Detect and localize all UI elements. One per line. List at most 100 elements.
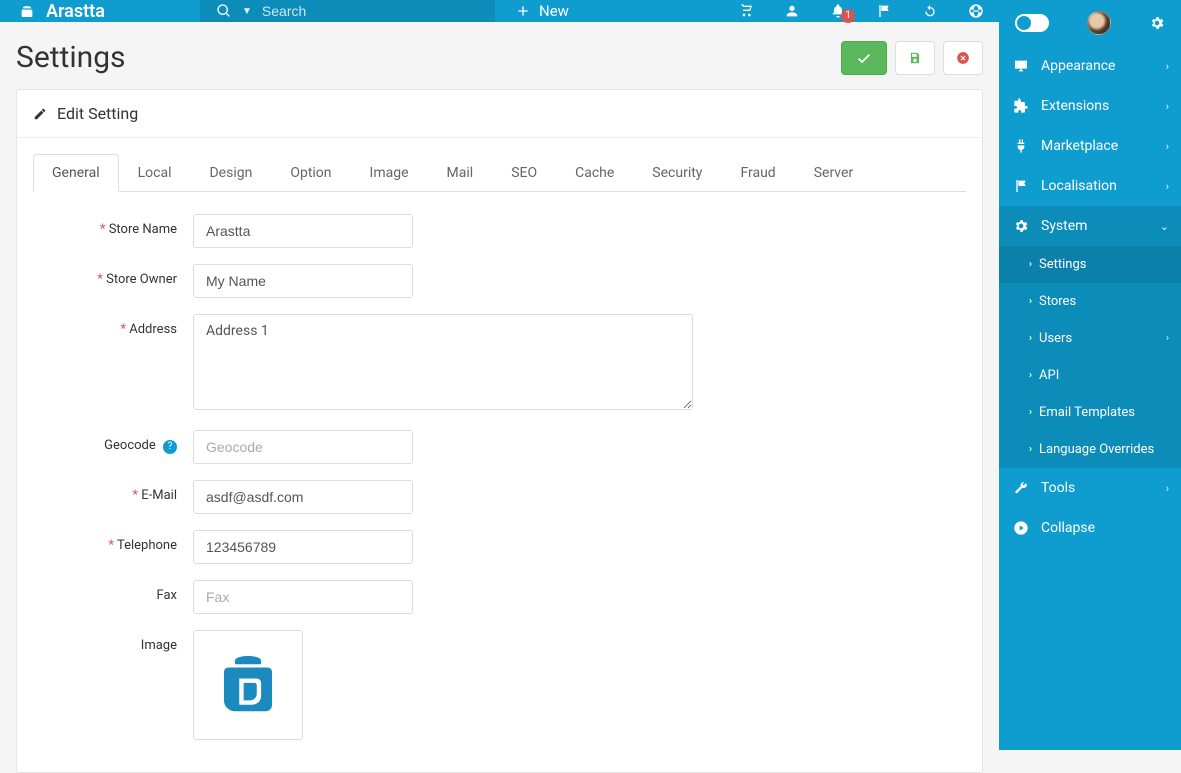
- tab-general[interactable]: General: [33, 154, 119, 192]
- bell-icon[interactable]: 1: [815, 3, 861, 19]
- brand-logo-icon: [16, 0, 38, 22]
- search-icon[interactable]: [216, 3, 232, 19]
- row-telephone: * Telephone: [33, 530, 966, 564]
- sidebar-item-system[interactable]: System⌄: [999, 206, 1181, 246]
- sidebar-item-localisation[interactable]: Localisation ›: [999, 166, 1181, 206]
- label-address: Address: [129, 322, 177, 337]
- input-fax[interactable]: [193, 580, 413, 614]
- input-geocode[interactable]: [193, 430, 413, 464]
- desktop-icon: [1013, 58, 1029, 74]
- help-icon[interactable]: ?: [163, 440, 177, 454]
- sidebar-sub-label: Settings: [1039, 257, 1086, 272]
- sidebar-topbar: [999, 0, 1181, 46]
- sidebar-item-extensions[interactable]: Extensions ›: [999, 86, 1181, 126]
- sidebar-sub-language-overrides[interactable]: ››Language Overrides: [999, 431, 1181, 468]
- chevron-right-icon: ›: [1166, 333, 1169, 344]
- search-input[interactable]: [262, 3, 479, 19]
- flag-icon: [1013, 178, 1029, 194]
- input-telephone[interactable]: [193, 530, 413, 564]
- sidebar-sub-settings[interactable]: ››Settings: [999, 246, 1181, 283]
- new-label: New: [539, 2, 569, 20]
- sidebar-item-label: Tools: [1041, 480, 1075, 496]
- chevron-right-icon: ›: [1166, 60, 1169, 73]
- topbar: Arastta ▼ New: [0, 0, 999, 22]
- tab-mail[interactable]: Mail: [428, 154, 493, 192]
- sidebar-item-label: Collapse: [1041, 520, 1095, 536]
- sidebar-sub-label: Email Templates: [1039, 405, 1135, 420]
- sidebar-item-marketplace[interactable]: Marketplace›: [999, 126, 1181, 166]
- panel-heading: Edit Setting: [17, 90, 982, 138]
- puzzle-icon: [1013, 98, 1029, 114]
- page-actions: [841, 41, 983, 75]
- sidebar-sub-label: Stores: [1039, 294, 1076, 309]
- sidebar-item-label: Localisation: [1041, 178, 1117, 194]
- label-image: Image: [141, 638, 177, 653]
- tab-server[interactable]: Server: [795, 154, 872, 192]
- tab-local[interactable]: Local: [119, 154, 191, 192]
- gear-icon: [1013, 218, 1029, 234]
- tab-cache[interactable]: Cache: [556, 154, 633, 192]
- tab-design[interactable]: Design: [190, 154, 271, 192]
- input-email[interactable]: [193, 480, 413, 514]
- tabs: GeneralLocalDesignOptionImageMailSEOCach…: [33, 154, 966, 192]
- panel-title: Edit Setting: [57, 104, 138, 123]
- user-icon[interactable]: [769, 3, 815, 19]
- input-address[interactable]: Address 1: [193, 314, 693, 410]
- label-fax: Fax: [157, 588, 178, 603]
- row-image: Image: [33, 630, 966, 740]
- row-store-name: * Store Name: [33, 214, 966, 248]
- input-store-name[interactable]: [193, 214, 413, 248]
- sidebar-sub-email-templates[interactable]: ››Email Templates: [999, 394, 1181, 431]
- sidebar-item-label: System: [1041, 218, 1087, 234]
- plug-icon: [1013, 138, 1029, 154]
- sidebar-item-label: Appearance: [1041, 58, 1115, 74]
- sidebar-sub-stores[interactable]: ››Stores: [999, 283, 1181, 320]
- sidebar-item-collapse[interactable]: Collapse: [999, 508, 1181, 548]
- sidebar-sub-api[interactable]: ››API: [999, 357, 1181, 394]
- row-email: * E-Mail: [33, 480, 966, 514]
- new-button[interactable]: New: [495, 0, 589, 22]
- panel-body: GeneralLocalDesignOptionImageMailSEOCach…: [17, 138, 982, 772]
- sidebar-item-label: Marketplace: [1041, 138, 1118, 154]
- sidebar-sub-users[interactable]: ››Users›: [999, 320, 1181, 357]
- settings-panel: Edit Setting GeneralLocalDesignOptionIma…: [16, 89, 983, 773]
- pencil-icon: [33, 107, 47, 121]
- settings-gear-icon[interactable]: [1149, 15, 1165, 31]
- row-address: * Address Address 1: [33, 314, 966, 414]
- cart-icon[interactable]: [723, 3, 769, 19]
- theme-toggle[interactable]: [1015, 14, 1049, 32]
- sidebar-item-appearance[interactable]: Appearance ›: [999, 46, 1181, 86]
- globe-icon[interactable]: [953, 3, 999, 19]
- tab-option[interactable]: Option: [271, 154, 350, 192]
- sidebar-sub-label: API: [1039, 368, 1059, 383]
- save-disk-button[interactable]: [895, 41, 935, 75]
- search-area: ▼: [200, 0, 495, 22]
- cancel-button[interactable]: [943, 41, 983, 75]
- tab-fraud[interactable]: Fraud: [721, 154, 794, 192]
- label-telephone: Telephone: [117, 538, 177, 553]
- sidebar-item-label: Extensions: [1041, 98, 1109, 114]
- sidebar-item-tools[interactable]: Tools ›: [999, 468, 1181, 508]
- sidebar: Appearance›Extensions›Marketplace›Locali…: [999, 0, 1181, 750]
- chevron-right-icon: ›: [1166, 100, 1169, 113]
- chevron-right-icon: ›: [1166, 482, 1169, 495]
- refresh-icon[interactable]: [907, 3, 953, 19]
- chevron-right-icon: ›: [1166, 180, 1169, 193]
- page-title: Settings: [16, 40, 126, 75]
- tab-security[interactable]: Security: [633, 154, 721, 192]
- page-header: Settings: [0, 22, 999, 89]
- label-store-name: Store Name: [109, 222, 177, 237]
- sidebar-sub-label: Users: [1039, 331, 1072, 346]
- label-store-owner: Store Owner: [106, 272, 177, 287]
- input-store-owner[interactable]: [193, 264, 413, 298]
- avatar[interactable]: [1087, 11, 1111, 35]
- brand[interactable]: Arastta: [0, 0, 200, 22]
- row-store-owner: * Store Owner: [33, 264, 966, 298]
- search-caret-icon[interactable]: ▼: [242, 6, 252, 17]
- save-button[interactable]: [841, 41, 887, 75]
- tab-image[interactable]: Image: [351, 154, 428, 192]
- tab-seo[interactable]: SEO: [492, 154, 556, 192]
- sidebar-sub-label: Language Overrides: [1039, 442, 1154, 457]
- flag-icon[interactable]: [861, 3, 907, 19]
- image-thumbnail[interactable]: [193, 630, 303, 740]
